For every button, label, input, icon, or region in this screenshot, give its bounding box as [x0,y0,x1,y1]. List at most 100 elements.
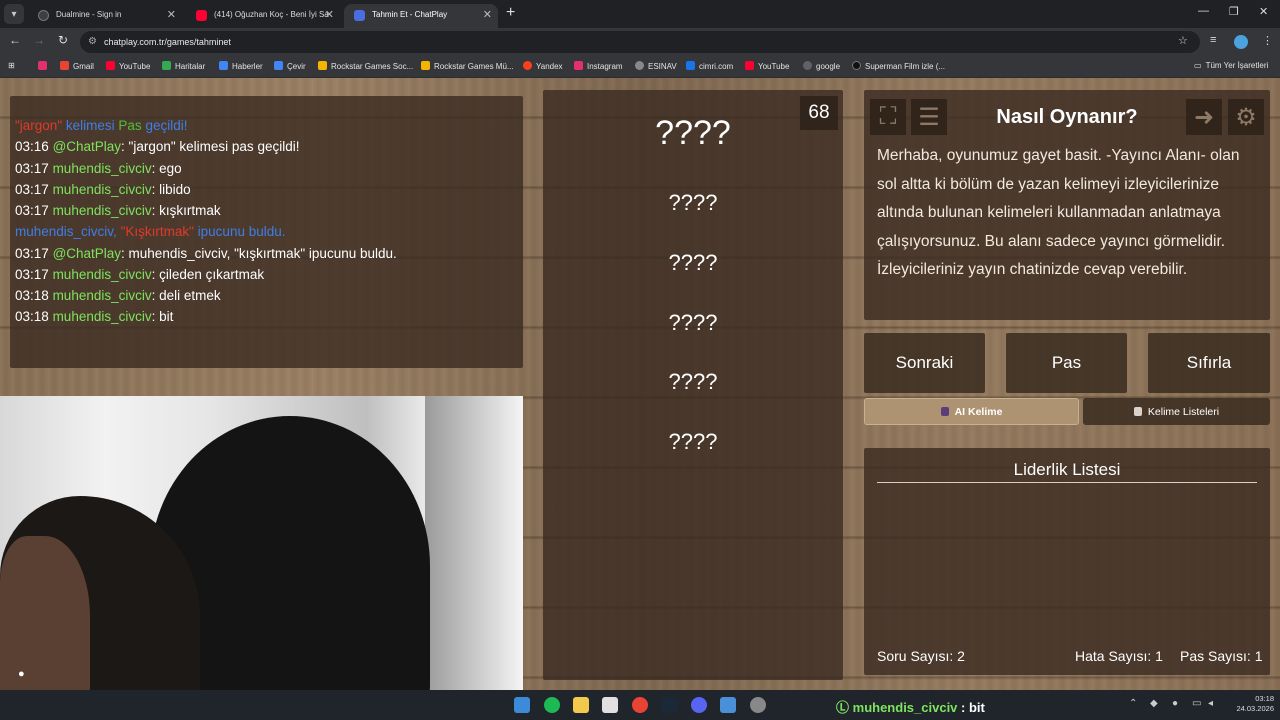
bookmark-rockstar-social[interactable]: Rockstar Games Soc... [318,61,413,71]
bookmark-cevir[interactable]: Çevir [274,61,306,71]
tab-dualmine[interactable]: Dualmine - Sign in ✕ [28,4,182,28]
bookmark-cimri[interactable]: cimri.com [686,61,733,71]
webcam-logo: ● [18,668,25,680]
game-area: "jargon" kelimesi Pas geçildi! 03:16 @Ch… [0,78,1280,690]
pass-count: Pas Sayısı: 1 [1180,648,1263,664]
close-tab-icon[interactable]: ✕ [325,8,334,21]
bookmark-google[interactable]: google [803,61,840,71]
fullscreen-icon[interactable]: ⛶ [870,99,906,135]
chat-message: 03:17 muhendis_civciv: çileden çıkartmak [15,267,265,282]
webcam-feed: ● [0,396,523,690]
tab-strip: ▾ Dualmine - Sign in ✕ (414) Oğuzhan Koç… [0,0,1280,28]
bookmark-instagram-icon[interactable] [38,61,51,71]
error-count: Hata Sayısı: 1 [1075,648,1163,664]
next-button[interactable]: Sonraki [864,333,985,393]
apps-icon[interactable]: ⊞ [8,61,15,70]
bookmark-haritalar[interactable]: Haritalar [162,61,205,71]
chat-system-message: muhendis_civciv, "Kışkırtmak" ipucunu bu… [15,224,286,239]
steam-icon[interactable] [661,697,677,713]
bookmark-rockstar-music[interactable]: Rockstar Games Mü... [421,61,514,71]
close-tab-icon[interactable]: ✕ [167,8,176,21]
bookmark-haberler[interactable]: Haberler [219,61,263,71]
settings-gear-icon[interactable]: ⚙ [1228,99,1264,135]
tray-chevron-icon[interactable]: ⌃ [1129,698,1137,709]
hint-word: ???? [668,429,718,454]
bookmark-star-icon[interactable]: ☆ [1178,34,1188,47]
all-bookmarks[interactable]: ▭ Tüm Yer İşaretleri [1194,61,1268,70]
chat-message: 03:18 muhendis_civciv: bit [15,309,174,324]
tab-ai-word[interactable]: AI Kelime [864,398,1079,425]
display-icon[interactable]: ▭ [1192,698,1201,709]
chatplay-icon [354,10,365,21]
bookmark-superman[interactable]: Superman Film izle (... [852,61,945,71]
hint-word: ???? [668,250,718,275]
ai-icon [940,407,949,416]
profile-avatar[interactable] [1234,35,1248,49]
address-bar[interactable]: ⚙ chatplay.com.tr/games/tahminet [80,31,1200,53]
bookmark-instagram[interactable]: Instagram [574,61,623,71]
taskbar: Ⓛ muhendis_civciv : bit ⌃ ◆ ● ▭ ◂ 03:18 … [0,690,1280,720]
app-icon[interactable] [720,697,736,713]
minimize-icon[interactable]: — [1198,5,1209,17]
bookmark-esinav[interactable]: ESINAV [635,61,677,71]
site-info-icon[interactable]: ⚙ [88,36,97,47]
menu-icon[interactable]: ⋮ [1262,34,1273,47]
obs-icon[interactable] [750,697,766,713]
exit-icon[interactable]: ➜ [1186,99,1222,135]
hidden-word: ???? [655,114,731,152]
tab-chatplay[interactable]: Tahmin Et - ChatPlay ✕ [344,4,498,28]
chat-message: 03:17 @ChatPlay: muhendis_civciv, "kışkı… [15,246,397,261]
leaderboard-title: Liderlik Listesi [1013,460,1121,479]
chat-message: 03:18 muhendis_civciv: deli etmek [15,288,221,303]
browser-toolbar: ← → ↻ ⚙ chatplay.com.tr/games/tahminet ☆… [0,28,1280,56]
spotify-icon[interactable] [544,697,560,713]
chat-system-message: "jargon" kelimesi Pas geçildi! [15,118,188,133]
chrome-icon[interactable] [632,697,648,713]
close-window-icon[interactable]: ✕ [1259,5,1268,18]
restore-icon[interactable]: ❐ [1229,5,1239,18]
tab-youtube[interactable]: (414) Oğuzhan Koç - Beni İyi Sa ✕ [186,4,340,28]
tab-word-lists[interactable]: Kelime Listeleri [1083,398,1270,425]
chat-overlay-icon: Ⓛ [836,700,850,715]
leaderboard-divider [877,482,1257,483]
rules-text: Merhaba, oyunumuz gayet basit. -Yayıncı … [877,147,1240,279]
file-explorer-icon[interactable] [573,697,589,713]
pass-button[interactable]: Pas [1006,333,1127,393]
chat-message: 03:17 muhendis_civciv: libido [15,182,191,197]
volume-icon[interactable]: ◂ [1208,698,1213,709]
chat-message: 03:17 muhendis_civciv: ego [15,161,182,176]
taskbar-clock[interactable]: 03:18 24.03.2026 [1226,694,1274,714]
bookmark-youtube-2[interactable]: YouTube [745,61,789,71]
forward-icon[interactable]: → [30,33,48,47]
tab-title: (414) Oğuzhan Koç - Beni İyi Sa [214,10,329,19]
tab-title: Dualmine - Sign in [56,10,122,19]
tab-search-icon[interactable]: ▾ [4,4,24,24]
back-icon[interactable]: ← [6,33,24,47]
hint-word: ???? [668,190,718,215]
youtube-icon [196,10,207,21]
bookmark-yandex[interactable]: Yandex [523,61,563,71]
chat-message: 03:17 muhendis_civciv: kışkırtmak [15,203,221,218]
question-count: Soru Sayısı: 2 [877,648,965,664]
bookmarks-bar: ⊞ Gmail YouTube Haritalar Haberler Çevir… [0,56,1280,78]
new-tab-button[interactable]: + [506,4,515,22]
bookmark-youtube[interactable]: YouTube [106,61,150,71]
reload-icon[interactable]: ↻ [54,33,72,47]
store-icon[interactable] [602,697,618,713]
hint-word: ???? [668,310,718,335]
discord-icon[interactable] [691,697,707,713]
tray-app-icon[interactable]: ◆ [1150,698,1158,709]
taskbar-chat-overlay: Ⓛ muhendis_civciv : bit [836,700,985,715]
windows-start-icon[interactable] [514,697,530,713]
chat-message: 03:16 @ChatPlay: "jargon" kelimesi pas g… [15,139,300,154]
media-icon[interactable]: ≡ [1210,34,1216,46]
bookmark-gmail[interactable]: Gmail [60,61,94,71]
url-text: chatplay.com.tr/games/tahminet [104,37,231,47]
folder-icon: ▭ [1194,61,1202,70]
close-tab-icon[interactable]: ✕ [483,8,492,21]
hint-word: ???? [668,369,718,394]
reset-button[interactable]: Sıfırla [1148,333,1270,393]
microphone-icon[interactable]: ● [1172,698,1178,709]
globe-icon [38,10,49,21]
rules-title: Nasıl Oynanır? [996,106,1138,128]
